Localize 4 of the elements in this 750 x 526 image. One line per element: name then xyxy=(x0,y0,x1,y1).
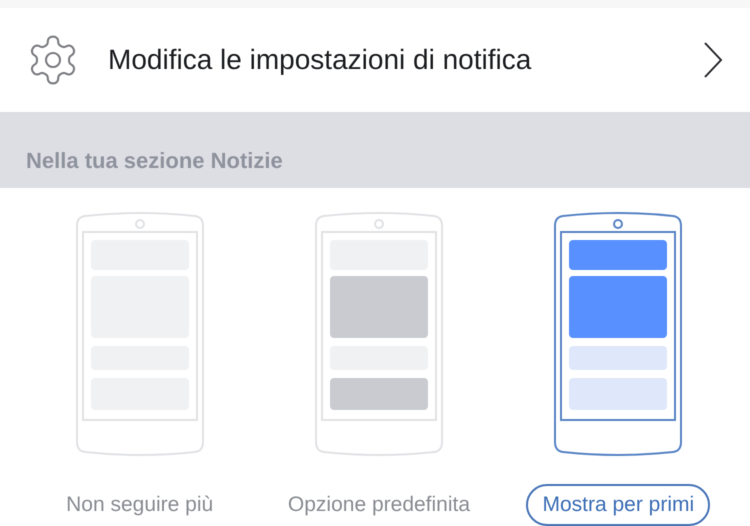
section-title: Nella tua sezione Notizie xyxy=(26,148,283,174)
option-button[interactable]: Mostra per primi xyxy=(526,484,710,526)
settings-label[interactable]: Modifica le impostazioni di notifica xyxy=(108,44,676,76)
chevron-right-icon[interactable] xyxy=(702,40,724,80)
